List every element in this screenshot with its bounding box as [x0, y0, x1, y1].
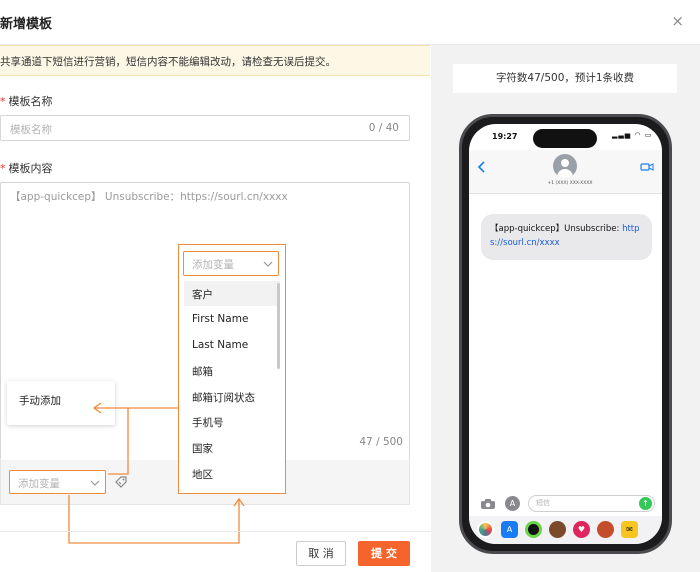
phone-screen: 19:27 ▂▃▅ ◠ ▭ +1 (XXX) XXX-XXXX 【app-qui… — [469, 124, 662, 544]
submit-button[interactable]: 提 交 — [358, 541, 410, 566]
message-text: 【app-quickcep】Unsubscribe: — [490, 224, 623, 234]
template-dialog: 新增模板 × 共享通道下短信进行营销，短信内容不能编辑改动，请检查无误后提交。 … — [0, 0, 700, 572]
contact-number: +1 (XXX) XXX-XXXX — [547, 181, 593, 186]
send-arrow-icon[interactable]: ↑ — [639, 497, 652, 510]
avatar-body — [557, 169, 573, 178]
message-input-placeholder: 短信 — [536, 499, 550, 507]
status-icons: ▂▃▅ ◠ ▭ — [612, 131, 653, 139]
name-counter: 0 / 40 — [368, 122, 399, 134]
phone-mockup: 19:27 ▂▃▅ ◠ ▭ +1 (XXX) XXX-XXXX 【app-qui… — [459, 114, 672, 554]
video-icon[interactable] — [640, 162, 654, 172]
heart-app-icon[interactable]: ♥ — [573, 521, 590, 538]
avatar — [553, 154, 577, 178]
message-bubble: 【app-quickcep】Unsubscribe: https://sourl… — [481, 214, 652, 260]
memoji-app-icon[interactable] — [549, 521, 566, 538]
store-app-icon[interactable]: A — [501, 521, 518, 538]
mail-app-icon[interactable]: ✉ — [621, 521, 638, 538]
dynamic-island — [533, 129, 597, 148]
footer-divider — [0, 531, 431, 532]
message-input[interactable]: 短信 ↑ — [528, 495, 655, 512]
content-counter: 47 / 500 — [359, 436, 403, 448]
sticker-app-icon[interactable] — [597, 521, 614, 538]
camera-icon[interactable] — [480, 498, 496, 510]
chevron-left-icon[interactable] — [477, 160, 487, 174]
char-info: 字符数47/500，预计1条收费 — [453, 64, 677, 93]
close-icon[interactable]: × — [671, 12, 684, 30]
photos-app-icon[interactable] — [477, 521, 494, 538]
app-strip: A ♥ ✉ — [469, 516, 662, 544]
annotation-arrows — [68, 402, 245, 544]
avatar-head — [561, 159, 569, 167]
fitness-app-icon[interactable] — [525, 521, 542, 538]
appstore-icon[interactable]: A — [505, 496, 520, 511]
status-time: 19:27 — [492, 132, 518, 141]
cancel-button[interactable]: 取 消 — [296, 541, 346, 566]
